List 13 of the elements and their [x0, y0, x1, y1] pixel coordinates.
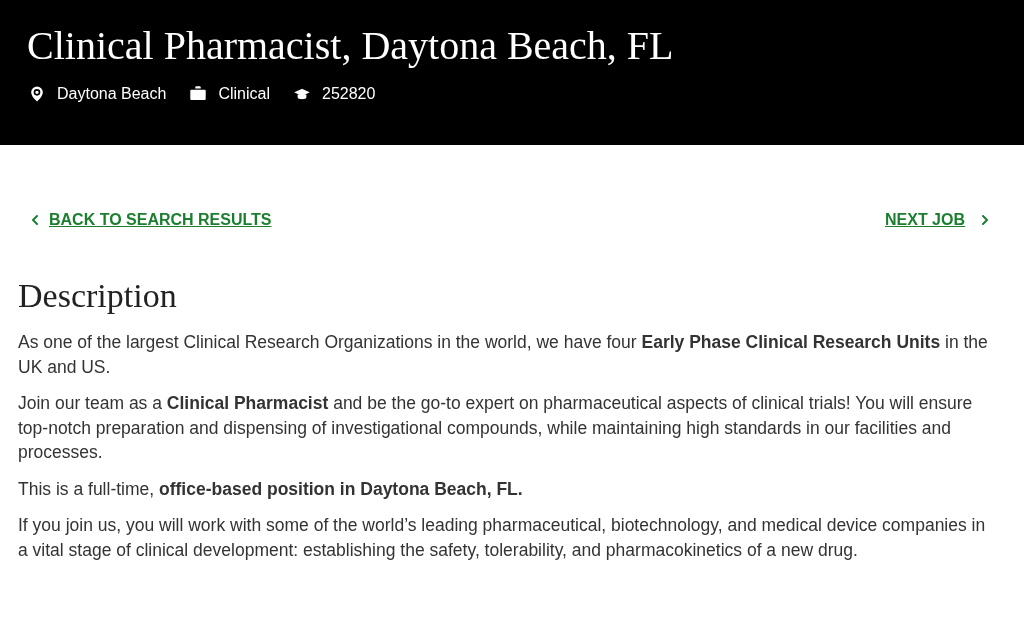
section-heading: Description	[18, 276, 178, 316]
briefcase-icon	[188, 84, 209, 104]
job-title: Clinical Pharmacist, Daytona Beach, FL	[27, 22, 675, 70]
description-paragraph: This is a full-time, office-based position in Daytona Beach, FL.	[18, 477, 524, 501]
description-paragraph: If you join us, you will work with some of the world’s leading pharmaceutical, biotechnology, and medical device companies in a vital stage of clinical development: establishing the safety, tolerability, and pharmacokinetics of a new drug.	[18, 514, 987, 562]
description-paragraph: As one of the largest Clinical Research Organizations in the world, we have four Early Phase Clinical Research Units in the UK and US.	[18, 331, 989, 379]
job-meta-text: Daytona Beach	[57, 84, 167, 104]
description-paragraph: Join our team as a Clinical Pharmacist and be the go-to expert on pharmaceutical aspects of clinical trials! You will ensure top-notch preparation and dispensing of investigational compounds, while maintaining high standards in our facilities and processes.	[18, 392, 974, 464]
map-pin-icon	[27, 84, 47, 104]
back-to-results-link[interactable]: BACK TO SEARCH RESULTS	[27, 208, 272, 232]
job-meta-text: 252820	[322, 84, 376, 104]
job-meta-text: Clinical	[218, 84, 270, 104]
next-job-link[interactable]: NEXT JOB	[885, 208, 993, 232]
